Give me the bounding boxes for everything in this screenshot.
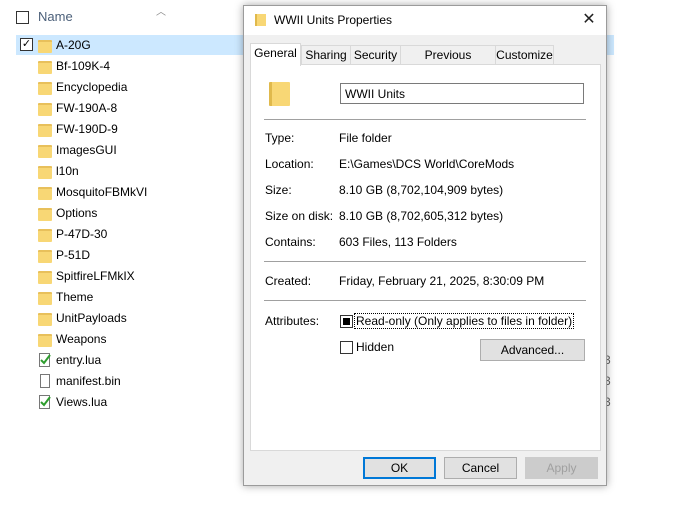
item-label: Theme	[56, 290, 94, 304]
lua-file-icon	[39, 353, 51, 367]
folder-icon	[255, 14, 266, 26]
size-on-disk-value: 8.10 GB (8,702,605,312 bytes)	[339, 209, 504, 223]
hidden-checkbox[interactable]	[340, 341, 353, 354]
folder-icon	[38, 40, 52, 53]
folder-icon	[38, 292, 52, 305]
advanced-button[interactable]: Advanced...	[480, 339, 585, 361]
item-label: FW-190A-8	[56, 101, 118, 115]
created-value: Friday, February 21, 2025, 8:30:09 PM	[339, 274, 545, 288]
dialog-title: WWII Units Properties	[274, 13, 393, 27]
apply-button[interactable]: Apply	[525, 457, 598, 479]
item-label: manifest.bin	[56, 374, 121, 388]
readonly-checkbox[interactable]	[340, 315, 353, 328]
name-column-label[interactable]: Name	[38, 9, 73, 24]
tab-general[interactable]: General	[250, 43, 301, 66]
sort-up-icon: ︿	[156, 7, 166, 18]
type-value: File folder	[339, 131, 392, 145]
item-label: ImagesGUI	[56, 143, 117, 157]
type-label: Type:	[265, 131, 295, 145]
item-label: Views.lua	[56, 395, 108, 409]
item-label: FW-190D-9	[56, 122, 118, 136]
tab-sharing[interactable]: Sharing	[301, 45, 351, 65]
folder-icon	[38, 229, 52, 242]
folder-icon	[38, 208, 52, 221]
item-label: Weapons	[56, 332, 107, 346]
size-label: Size:	[265, 183, 292, 197]
tab-previous-versions[interactable]: Previous Versions	[400, 45, 496, 81]
item-label: Bf-109K-4	[56, 59, 111, 73]
size-value: 8.10 GB (8,702,104,909 bytes)	[339, 183, 504, 197]
ok-button[interactable]: OK	[363, 457, 436, 479]
created-label: Created:	[265, 274, 312, 288]
folder-icon	[38, 145, 52, 158]
close-button[interactable]: ✕	[575, 8, 603, 32]
tab-customize[interactable]: Customize	[495, 45, 554, 65]
item-label: entry.lua	[56, 353, 102, 367]
folder-icon	[38, 250, 52, 263]
general-panel: WWII Units Type: File folder Location: E…	[250, 64, 601, 451]
item-label: P-51D	[56, 248, 91, 262]
tab-security[interactable]: Security	[350, 45, 401, 65]
item-checkbox[interactable]: ✓	[20, 38, 33, 51]
folder-icon	[38, 334, 52, 347]
folder-icon	[38, 61, 52, 74]
size-on-disk-label: Size on disk:	[265, 209, 334, 223]
item-label: P-47D-30	[56, 227, 108, 241]
folder-icon	[38, 103, 52, 116]
hidden-label[interactable]: Hidden	[356, 340, 394, 354]
location-value: E:\Games\DCS World\CoreMods	[339, 157, 515, 171]
divider	[264, 119, 586, 120]
item-label: UnitPayloads	[56, 311, 127, 325]
select-all-checkbox[interactable]	[16, 11, 29, 24]
indeterminate-mark	[343, 318, 350, 325]
folder-icon	[38, 313, 52, 326]
attributes-label: Attributes:	[265, 314, 320, 328]
folder-name-input[interactable]: WWII Units	[340, 83, 584, 104]
item-label: l10n	[56, 164, 79, 178]
item-label: Encyclopedia	[56, 80, 128, 94]
divider	[264, 300, 586, 301]
properties-dialog: WWII Units Properties ✕ General Sharing …	[243, 5, 607, 486]
readonly-label[interactable]: Read-only (Only applies to files in fold…	[354, 313, 575, 329]
item-label: A-20G	[56, 38, 91, 52]
cancel-button[interactable]: Cancel	[444, 457, 517, 479]
folder-icon	[269, 82, 290, 106]
folder-icon	[38, 187, 52, 200]
folder-icon	[38, 124, 52, 137]
divider	[264, 261, 586, 262]
file-icon	[40, 374, 50, 388]
folder-icon	[38, 271, 52, 284]
folder-icon	[38, 82, 52, 95]
item-label: SpitfireLFMkIX	[56, 269, 135, 283]
item-label: MosquitoFBMkVI	[56, 185, 148, 199]
location-label: Location:	[265, 157, 314, 171]
folder-icon	[38, 166, 52, 179]
title-bar[interactable]: WWII Units Properties ✕	[244, 6, 606, 35]
lua-file-icon	[39, 395, 51, 409]
item-label: Options	[56, 206, 98, 220]
contains-value: 603 Files, 113 Folders	[339, 235, 457, 249]
contains-label: Contains:	[265, 235, 316, 249]
